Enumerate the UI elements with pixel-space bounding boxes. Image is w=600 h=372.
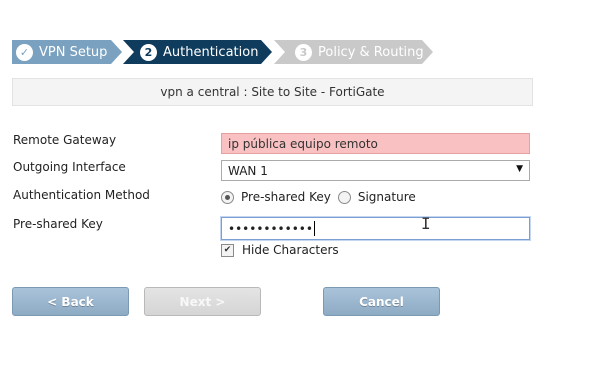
tunnel-title-bar: vpn a central : Site to Site - FortiGate bbox=[12, 78, 533, 106]
radio-preshared-key-label[interactable]: Pre-shared Key bbox=[241, 190, 331, 204]
psk-label: Pre-shared Key bbox=[13, 217, 103, 231]
checkmark-icon: ✓ bbox=[16, 44, 33, 61]
step-authentication[interactable]: 2 Authentication bbox=[123, 40, 272, 64]
step-label: VPN Setup bbox=[39, 44, 108, 60]
step-number: 2 bbox=[140, 44, 157, 61]
psk-input[interactable]: •••••••••••• bbox=[221, 217, 530, 240]
tunnel-title: vpn a central : Site to Site - FortiGate bbox=[160, 85, 385, 99]
radio-preshared-key[interactable] bbox=[221, 190, 234, 204]
radio-signature[interactable] bbox=[337, 190, 351, 204]
hide-characters-label[interactable]: Hide Characters bbox=[242, 243, 339, 257]
back-button[interactable]: < Back bbox=[12, 287, 129, 316]
text-cursor-icon: I bbox=[421, 214, 431, 233]
step-label: Authentication bbox=[163, 44, 259, 60]
outgoing-interface-value: WAN 1 bbox=[228, 163, 268, 178]
next-button[interactable]: Next > bbox=[144, 287, 261, 316]
radio-signature-label[interactable]: Signature bbox=[358, 190, 416, 204]
step-number: 3 bbox=[295, 44, 312, 61]
remote-gateway-value: ip pública equipo remoto bbox=[228, 136, 378, 151]
hide-characters-checkbox[interactable]: ✔ bbox=[221, 243, 234, 257]
step-vpn-setup[interactable]: ✓ VPN Setup bbox=[12, 40, 122, 64]
step-label: Policy & Routing bbox=[318, 44, 424, 60]
chevron-down-icon: ▼ bbox=[516, 164, 523, 174]
step-policy-routing[interactable]: 3 Policy & Routing bbox=[274, 40, 433, 64]
psk-value: •••••••••••• bbox=[228, 220, 315, 236]
remote-gateway-label: Remote Gateway bbox=[13, 133, 117, 147]
cancel-button[interactable]: Cancel bbox=[323, 287, 440, 316]
hide-characters-row: ✔ Hide Characters bbox=[221, 243, 339, 257]
auth-method-options: Pre-shared Key Signature bbox=[221, 190, 416, 204]
outgoing-interface-select[interactable]: WAN 1 ▼ bbox=[221, 160, 530, 181]
remote-gateway-input[interactable]: ip pública equipo remoto bbox=[221, 133, 530, 154]
outgoing-interface-label: Outgoing Interface bbox=[13, 160, 126, 174]
wizard-steps: ✓ VPN Setup 2 Authentication 3 Policy & … bbox=[12, 40, 433, 64]
auth-method-label: Authentication Method bbox=[13, 188, 150, 202]
